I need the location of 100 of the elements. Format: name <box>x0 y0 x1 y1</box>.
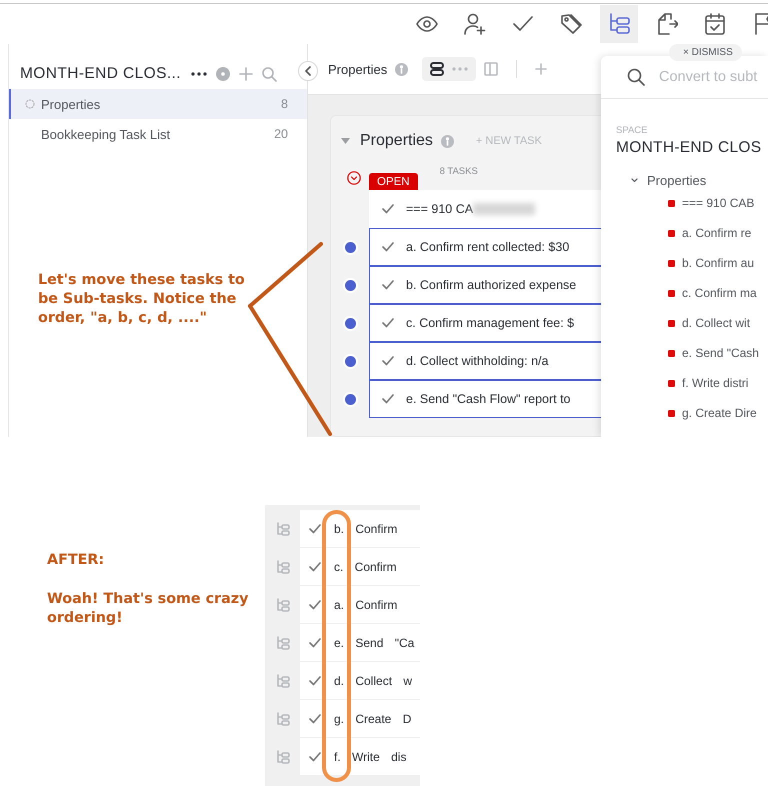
checkmark-icon <box>309 676 321 686</box>
selection-dot[interactable] <box>342 278 358 292</box>
task-row[interactable]: a. Confirm <box>300 586 420 624</box>
task-row[interactable]: d. Collect w <box>300 662 420 700</box>
task-row[interactable]: a. Confirm rent collected: $30 <box>369 228 601 266</box>
tree-icon <box>276 522 290 536</box>
checkmark-icon <box>382 356 394 366</box>
dismiss-button[interactable]: × DISMISS <box>669 44 742 61</box>
task-row[interactable]: c. Confirm management fee: $ <box>369 304 601 342</box>
tag-icon <box>560 13 582 35</box>
task-title: e. Send "Ca <box>334 636 414 650</box>
search-icon <box>627 68 645 86</box>
tree-icon <box>276 598 290 612</box>
task-count: 8 <box>281 97 288 111</box>
list-view-icon <box>430 62 444 76</box>
sidebar-item[interactable]: Properties 8 <box>9 89 307 119</box>
task-title: e. Send "Cash <box>682 346 759 360</box>
task-title: a. Confirm re <box>682 226 752 240</box>
task-option[interactable]: === 910 CAB <box>601 188 768 218</box>
search-icon <box>260 66 277 82</box>
flag-icon <box>754 13 768 35</box>
group-title: Properties <box>360 132 433 150</box>
task-title: f. Write dis <box>334 750 406 764</box>
more-dots-icon <box>190 72 207 76</box>
subtasks-button[interactable] <box>600 5 638 43</box>
tree-icon <box>276 750 290 764</box>
checkmark-icon <box>382 318 394 328</box>
task-option[interactable]: d. Collect wit <box>601 308 768 338</box>
task-title: e. Send "Cash Flow" report to <box>406 392 571 406</box>
chevron-left-icon <box>304 66 312 76</box>
task-row[interactable]: b. Confirm <box>300 510 420 548</box>
task-row[interactable]: === 910 CA <box>369 190 601 228</box>
task-row[interactable]: c. Confirm <box>300 548 420 586</box>
task-title: a. Confirm rent collected: $30 <box>406 240 570 254</box>
after-heading: AFTER: <box>47 551 106 570</box>
task-title: b. Confirm authorized expense <box>406 278 576 292</box>
task-title: === 910 CA <box>406 202 474 216</box>
checkmark-icon <box>382 280 394 290</box>
tree-icon <box>276 712 290 726</box>
task-option[interactable]: b. Confirm au <box>601 248 768 278</box>
task-row[interactable]: d. Collect withholding: n/a <box>369 342 601 380</box>
checkmark-icon <box>382 204 394 214</box>
checkmark-icon <box>382 242 394 252</box>
selection-dot[interactable] <box>342 354 358 368</box>
task-title: c. Confirm management fee: $ <box>406 316 574 330</box>
space-title: MONTH-END CLOS <box>616 139 762 157</box>
checkmark-icon <box>309 562 321 572</box>
checkmark-icon <box>309 638 321 648</box>
collapse-circle-icon <box>347 171 361 185</box>
collapse-button[interactable] <box>298 61 318 81</box>
sidebar-item[interactable]: Bookkeeping Task List 20 <box>9 119 307 149</box>
task-title: d. Collect wit <box>682 316 750 330</box>
checkmark-icon <box>309 714 321 724</box>
checkmark-icon <box>513 16 533 32</box>
task-title: b. Confirm au <box>682 256 754 270</box>
view-switcher[interactable] <box>422 57 476 81</box>
list-name: Properties <box>647 173 706 188</box>
task-option[interactable]: c. Confirm ma <box>601 278 768 308</box>
list-tab[interactable]: Properties <box>328 62 388 76</box>
checkmark-icon <box>309 524 321 534</box>
chevron-down-icon <box>631 178 638 183</box>
tree-icon <box>276 560 290 574</box>
task-row[interactable]: f. Write dis <box>300 738 420 776</box>
eye-icon <box>416 16 438 32</box>
task-option[interactable]: f. Write distri <box>601 368 768 398</box>
task-row[interactable]: b. Confirm authorized expense <box>369 266 601 304</box>
task-title: f. Write distri <box>682 376 748 390</box>
checkmark-icon <box>309 600 321 610</box>
task-row[interactable]: e. Send "Ca <box>300 624 420 662</box>
checkmark-icon <box>382 394 394 404</box>
task-title: c. Confirm <box>334 560 397 574</box>
export-icon <box>656 13 678 35</box>
tree-icon <box>276 636 290 650</box>
tree-icon <box>608 13 630 35</box>
task-option[interactable]: g. Create Dire <box>601 398 768 428</box>
status-badge[interactable]: OPEN <box>369 173 418 190</box>
task-title: d. Collect w <box>334 674 412 688</box>
selection-dot[interactable] <box>342 392 358 406</box>
task-title: g. Create D <box>334 712 412 726</box>
task-title: c. Confirm ma <box>682 286 757 300</box>
selection-dot[interactable] <box>342 316 358 330</box>
task-row[interactable]: e. Send "Cash Flow" report to <box>369 380 601 418</box>
task-option[interactable]: a. Confirm re <box>601 218 768 248</box>
plus-icon <box>238 67 253 81</box>
tree-item[interactable]: Properties <box>631 173 768 188</box>
tree-icon <box>276 674 290 688</box>
space-title: MONTH-END CLOS... <box>20 65 181 83</box>
annotation-note: Woah! That's some crazy ordering! <box>47 590 250 628</box>
selection-dot[interactable] <box>342 240 358 254</box>
task-title: g. Create Dire <box>682 406 757 420</box>
plus-icon <box>535 63 548 75</box>
task-title: d. Collect withholding: n/a <box>406 354 548 368</box>
task-option[interactable]: e. Send "Cash <box>601 338 768 368</box>
info-icon <box>440 134 454 148</box>
caret-down-icon <box>341 138 350 144</box>
calendar-icon <box>705 13 725 35</box>
task-title: b. Confirm <box>334 522 398 536</box>
checkmark-icon <box>309 752 321 762</box>
task-row[interactable]: g. Create D <box>300 700 420 738</box>
section-label: SPACE <box>616 125 649 136</box>
